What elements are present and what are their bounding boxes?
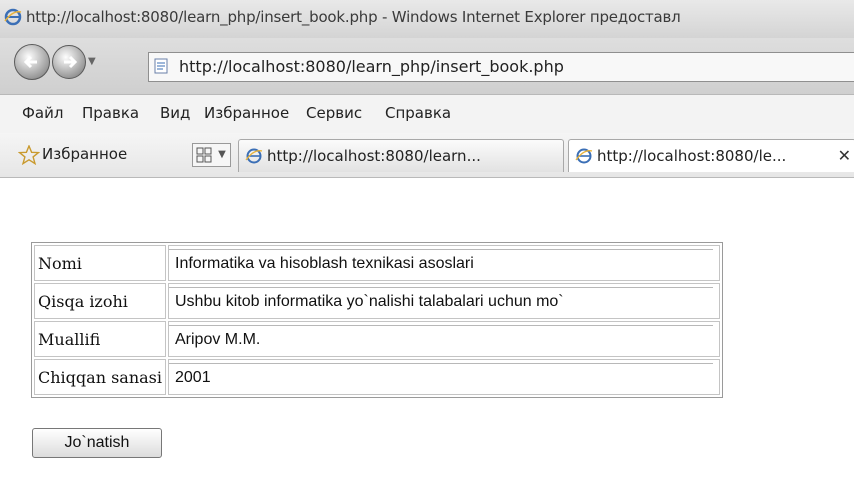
ie-page-icon (245, 148, 263, 164)
field-label: Muallifi (34, 321, 166, 357)
menu-view[interactable]: Вид (160, 104, 190, 122)
tab-1[interactable]: http://localhost:8080/learn... (238, 139, 564, 172)
menu-help[interactable]: Справка (385, 104, 451, 122)
field-label: Chiqqan sanasi (34, 359, 166, 395)
quick-tabs-button[interactable] (192, 143, 216, 167)
form-row: Qisqa izohi (34, 283, 720, 319)
form-row: Chiqqan sanasi (34, 359, 720, 395)
navigation-bar: ▼ http://localhost:8080/learn_php/insert… (0, 38, 854, 95)
chiqqan-sanasi-input[interactable] (169, 363, 713, 391)
page-icon (154, 58, 168, 74)
address-bar[interactable]: http://localhost:8080/learn_php/insert_b… (148, 52, 854, 82)
close-tab-icon[interactable]: ✕ (838, 146, 851, 165)
menu-edit[interactable]: Правка (82, 104, 139, 122)
ie-logo-icon (4, 8, 22, 26)
qisqa-izohi-input[interactable] (169, 287, 713, 315)
form-row: Nomi (34, 245, 720, 281)
ie-page-icon (575, 148, 593, 164)
muallifi-input[interactable] (169, 325, 713, 353)
history-dropdown-icon[interactable]: ▼ (88, 56, 96, 67)
page-content: Nomi Qisqa izohi Muallifi Chiqqan sanasi… (0, 178, 854, 478)
book-form-table: Nomi Qisqa izohi Muallifi Chiqqan sanasi (31, 242, 723, 398)
menu-bar: Файл Правка Вид Избранное Сервис Справка (0, 95, 854, 134)
favorites-button[interactable]: Избранное (42, 145, 127, 163)
menu-file[interactable]: Файл (22, 104, 63, 122)
field-label: Nomi (34, 245, 166, 281)
nomi-input[interactable] (169, 249, 713, 277)
arrow-right-icon (64, 55, 78, 69)
quick-tabs-icon (196, 147, 212, 163)
tab-label: http://localhost:8080/le... (597, 147, 787, 165)
tab-2-active[interactable]: http://localhost:8080/le... ✕ (568, 139, 854, 172)
menu-tools[interactable]: Сервис (306, 104, 362, 122)
favorites-star-icon[interactable] (18, 145, 40, 165)
menu-favorites[interactable]: Избранное (204, 104, 289, 122)
window-title: http://localhost:8080/learn_php/insert_b… (26, 8, 681, 26)
favorites-bar: Избранное ▼ http://localhost:8080/learn.… (0, 133, 854, 178)
back-button[interactable] (14, 44, 50, 80)
window-titlebar: http://localhost:8080/learn_php/insert_b… (0, 0, 854, 39)
submit-button[interactable]: Jo`natish (32, 428, 162, 458)
form-row: Muallifi (34, 321, 720, 357)
tab-list-dropdown-icon[interactable]: ▼ (214, 143, 231, 167)
address-url[interactable]: http://localhost:8080/learn_php/insert_b… (179, 57, 564, 76)
tab-label: http://localhost:8080/learn... (267, 147, 481, 165)
field-label: Qisqa izohi (34, 283, 166, 319)
arrow-left-icon (23, 55, 37, 69)
forward-button[interactable] (52, 45, 86, 79)
